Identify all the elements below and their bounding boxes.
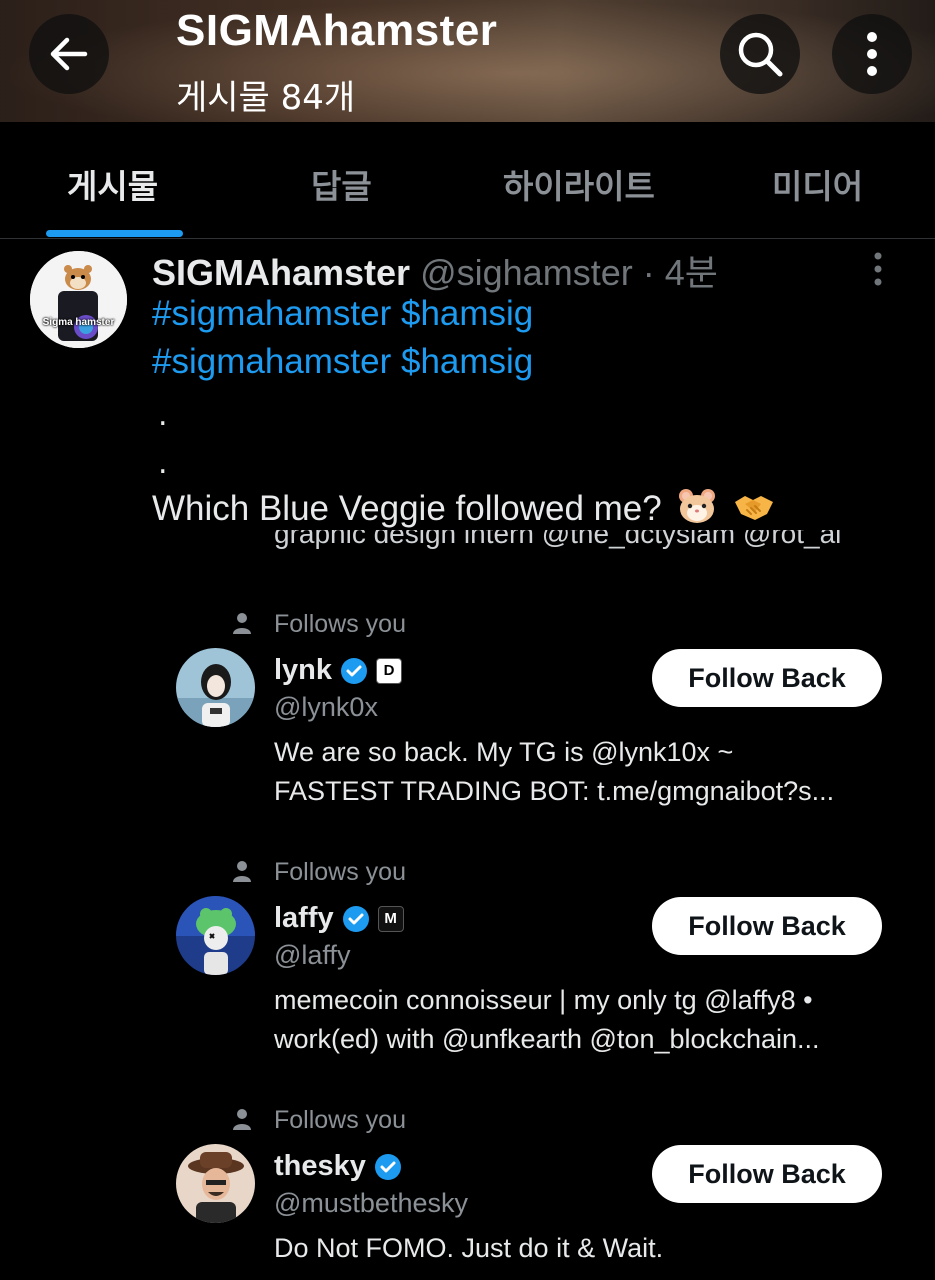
search-button[interactable] bbox=[720, 14, 800, 94]
active-tab-indicator bbox=[46, 230, 183, 237]
profile-header: SIGMAhamster 게시물 84개 bbox=[0, 0, 935, 122]
tab-highlights[interactable]: 하이라이트 bbox=[503, 160, 655, 208]
author-handle[interactable]: @sighamster bbox=[420, 252, 633, 293]
more-options-button[interactable] bbox=[832, 14, 912, 94]
arrow-left-icon bbox=[50, 37, 88, 71]
post-count: 게시물 84개 bbox=[176, 78, 356, 118]
verified-badge-icon bbox=[342, 905, 369, 932]
tab-posts[interactable]: 게시물 bbox=[67, 160, 158, 208]
user-handle: @lynk0x bbox=[274, 692, 378, 722]
hashtag-line[interactable]: #sigmahamster $hamsig bbox=[152, 294, 533, 334]
verified-badge-icon bbox=[374, 1153, 401, 1180]
user-avatar[interactable] bbox=[176, 648, 255, 727]
dot-text: . bbox=[158, 398, 168, 433]
verified-badge-icon bbox=[341, 657, 368, 684]
user-bio-line: work(ed) with @unfkearth @ton_blockchain… bbox=[274, 1024, 820, 1054]
post-time: · 4분 bbox=[642, 252, 718, 293]
post-question: Which Blue Veggie followed me? bbox=[152, 488, 775, 533]
user-bio-line: FASTEST TRADING BOT: t.me/gmgnaibot?s... bbox=[274, 776, 835, 806]
search-icon bbox=[738, 32, 783, 77]
follow-back-button[interactable]: Follow Back bbox=[652, 1145, 882, 1203]
more-vertical-icon bbox=[874, 252, 882, 286]
profile-tabs: 게시물 답글 하이라이트 미디어 bbox=[0, 122, 935, 239]
person-icon bbox=[233, 861, 251, 882]
question-text: Which Blue Veggie followed me? bbox=[152, 488, 662, 528]
user-name-row: lynk D bbox=[274, 654, 403, 687]
user-avatar[interactable] bbox=[176, 1144, 255, 1223]
post-header: SIGMAhamster @sighamster · 4분 bbox=[152, 244, 718, 296]
tab-media[interactable]: 미디어 bbox=[772, 160, 863, 208]
hashtag-line[interactable]: #sigmahamster $hamsig bbox=[152, 342, 533, 382]
follow-back-button[interactable]: Follow Back bbox=[652, 649, 882, 707]
user-bio-line: We are so back. My TG is @lynk10x ~ bbox=[274, 737, 734, 767]
back-button[interactable] bbox=[29, 14, 109, 94]
cutoff-bio-text: graphic design intern @the_dctysiam @rot… bbox=[274, 530, 842, 549]
user-name-row: laffy M bbox=[274, 902, 404, 935]
user-name[interactable]: thesky bbox=[274, 1150, 366, 1183]
user-bio-line: memecoin connoisseur | my only tg @laffy… bbox=[274, 985, 813, 1015]
avatar-caption: Sigma hamster bbox=[42, 317, 115, 328]
post-more-button[interactable] bbox=[872, 252, 884, 290]
author-name[interactable]: SIGMAhamster bbox=[152, 252, 410, 293]
affiliate-badge-icon: M bbox=[377, 905, 404, 932]
hamster-face-icon bbox=[677, 488, 717, 533]
hamster-avatar-image bbox=[30, 251, 127, 348]
handshake-icon bbox=[733, 490, 775, 531]
user-bio-line: Do Not FOMO. Just do it & Wait. bbox=[274, 1233, 664, 1263]
author-avatar[interactable]: Sigma hamster bbox=[30, 251, 127, 348]
person-icon bbox=[233, 1109, 251, 1130]
follow-back-button[interactable]: Follow Back bbox=[652, 897, 882, 955]
user-name[interactable]: lynk bbox=[274, 654, 332, 687]
dot-text: . bbox=[158, 446, 168, 481]
tab-replies[interactable]: 답글 bbox=[311, 160, 372, 208]
user-avatar[interactable] bbox=[176, 896, 255, 975]
user-name-row: thesky bbox=[274, 1150, 402, 1183]
profile-title: SIGMAhamster bbox=[176, 6, 498, 55]
person-icon bbox=[233, 613, 251, 634]
more-vertical-icon bbox=[867, 32, 877, 76]
user-name[interactable]: laffy bbox=[274, 902, 334, 935]
user-handle: @mustbethesky bbox=[274, 1188, 468, 1218]
affiliate-badge-icon: D bbox=[376, 657, 403, 684]
user-handle: @laffy bbox=[274, 940, 351, 970]
